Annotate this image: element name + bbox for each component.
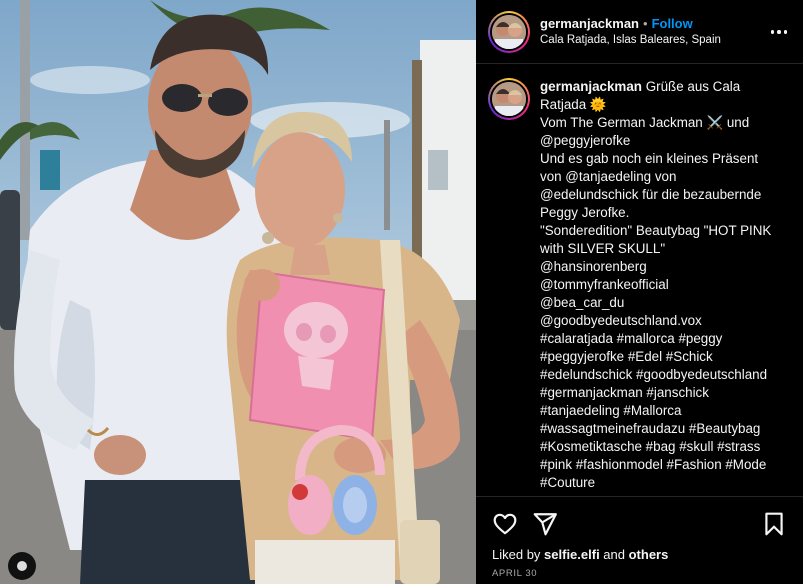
post-details-panel: germanjackman • Follow Cala Ratjada, Islas… [476, 0, 803, 584]
caption-line: Peggy Jerofke. [540, 205, 630, 220]
mention-link[interactable]: @bea_car_du [540, 294, 790, 312]
likes-summary: Liked by selfie.elfi and others [492, 547, 787, 562]
bookmark-icon[interactable] [761, 511, 787, 537]
post-actions: Liked by selfie.elfi and others APRIL 30 [476, 496, 803, 584]
caption-line[interactable]: @peggyjerofke [540, 132, 790, 150]
caption-username[interactable]: germanjackman [540, 79, 642, 94]
mention-link[interactable]: @tommyfrankeofficial [540, 276, 790, 294]
post-photo[interactable] [0, 0, 476, 584]
username-link[interactable]: germanjackman [540, 16, 639, 31]
caption-avatar[interactable] [488, 78, 530, 120]
likes-others-link[interactable]: others [629, 547, 669, 562]
caption-line: von @tanjaedeling von [540, 169, 677, 184]
likes-prefix: Liked by [492, 547, 545, 562]
post-image [0, 0, 476, 584]
mention-link[interactable]: @goodbyedeutschland.vox [540, 312, 790, 330]
follow-button[interactable]: Follow [652, 16, 693, 31]
caption-line: "Sonderedition" Beautybag "HOT PINK [540, 223, 772, 238]
tagged-users-icon[interactable] [8, 552, 36, 580]
likes-conjunction: and [599, 547, 629, 562]
separator-dot: • [643, 15, 648, 31]
heart-icon[interactable] [492, 511, 518, 537]
hashtag-line[interactable]: #tanjaedeling #Mallorca [540, 402, 790, 420]
avatar[interactable] [488, 10, 530, 53]
caption-line: with SILVER SKULL" [540, 241, 666, 256]
caption: germanjackman Grüße aus Cala Ratjada 🌞 V… [476, 64, 803, 496]
hashtag-line[interactable]: #pink #fashionmodel #Fashion #Mode [540, 456, 790, 474]
caption-line: Ratjada 🌞 [540, 97, 607, 112]
hashtag-line[interactable]: #germanjackman #janschick [540, 384, 790, 402]
caption-line: @edelundschick für die bezaubernde [540, 187, 762, 202]
mention-link[interactable]: @hansinorenberg [540, 258, 790, 276]
hashtag-line[interactable]: #peggyjerofke #Edel #Schick [540, 348, 790, 366]
paper-plane-icon[interactable] [532, 511, 558, 537]
liked-by-user-link[interactable]: selfie.elfi [544, 547, 600, 562]
hashtag-line[interactable]: #edelundschick #goodbyedeutschland [540, 366, 790, 384]
hashtag-line[interactable]: #Couture [540, 474, 790, 492]
post-header: germanjackman • Follow Cala Ratjada, Islas… [476, 0, 803, 64]
post-date[interactable]: APRIL 30 [492, 568, 787, 579]
caption-line: Und es gab noch ein kleines Präsent [540, 151, 759, 166]
more-horizontal-icon[interactable] [769, 22, 789, 42]
hashtag-line[interactable]: #wassagtmeinefraudazu #Beautybag [540, 420, 790, 438]
hashtag-line[interactable]: #calaratjada #mallorca #peggy [540, 330, 790, 348]
caption-line: Grüße aus Cala [645, 79, 741, 94]
caption-text: germanjackman Grüße aus Cala Ratjada 🌞 V… [540, 78, 790, 496]
caption-line: Vom The German Jackman ⚔️ und [540, 115, 750, 130]
location-link[interactable]: Cala Ratjada, Islas Baleares, Spain [540, 33, 721, 49]
hashtag-line[interactable]: #Kosmetiktasche #bag #skull #strass [540, 438, 790, 456]
